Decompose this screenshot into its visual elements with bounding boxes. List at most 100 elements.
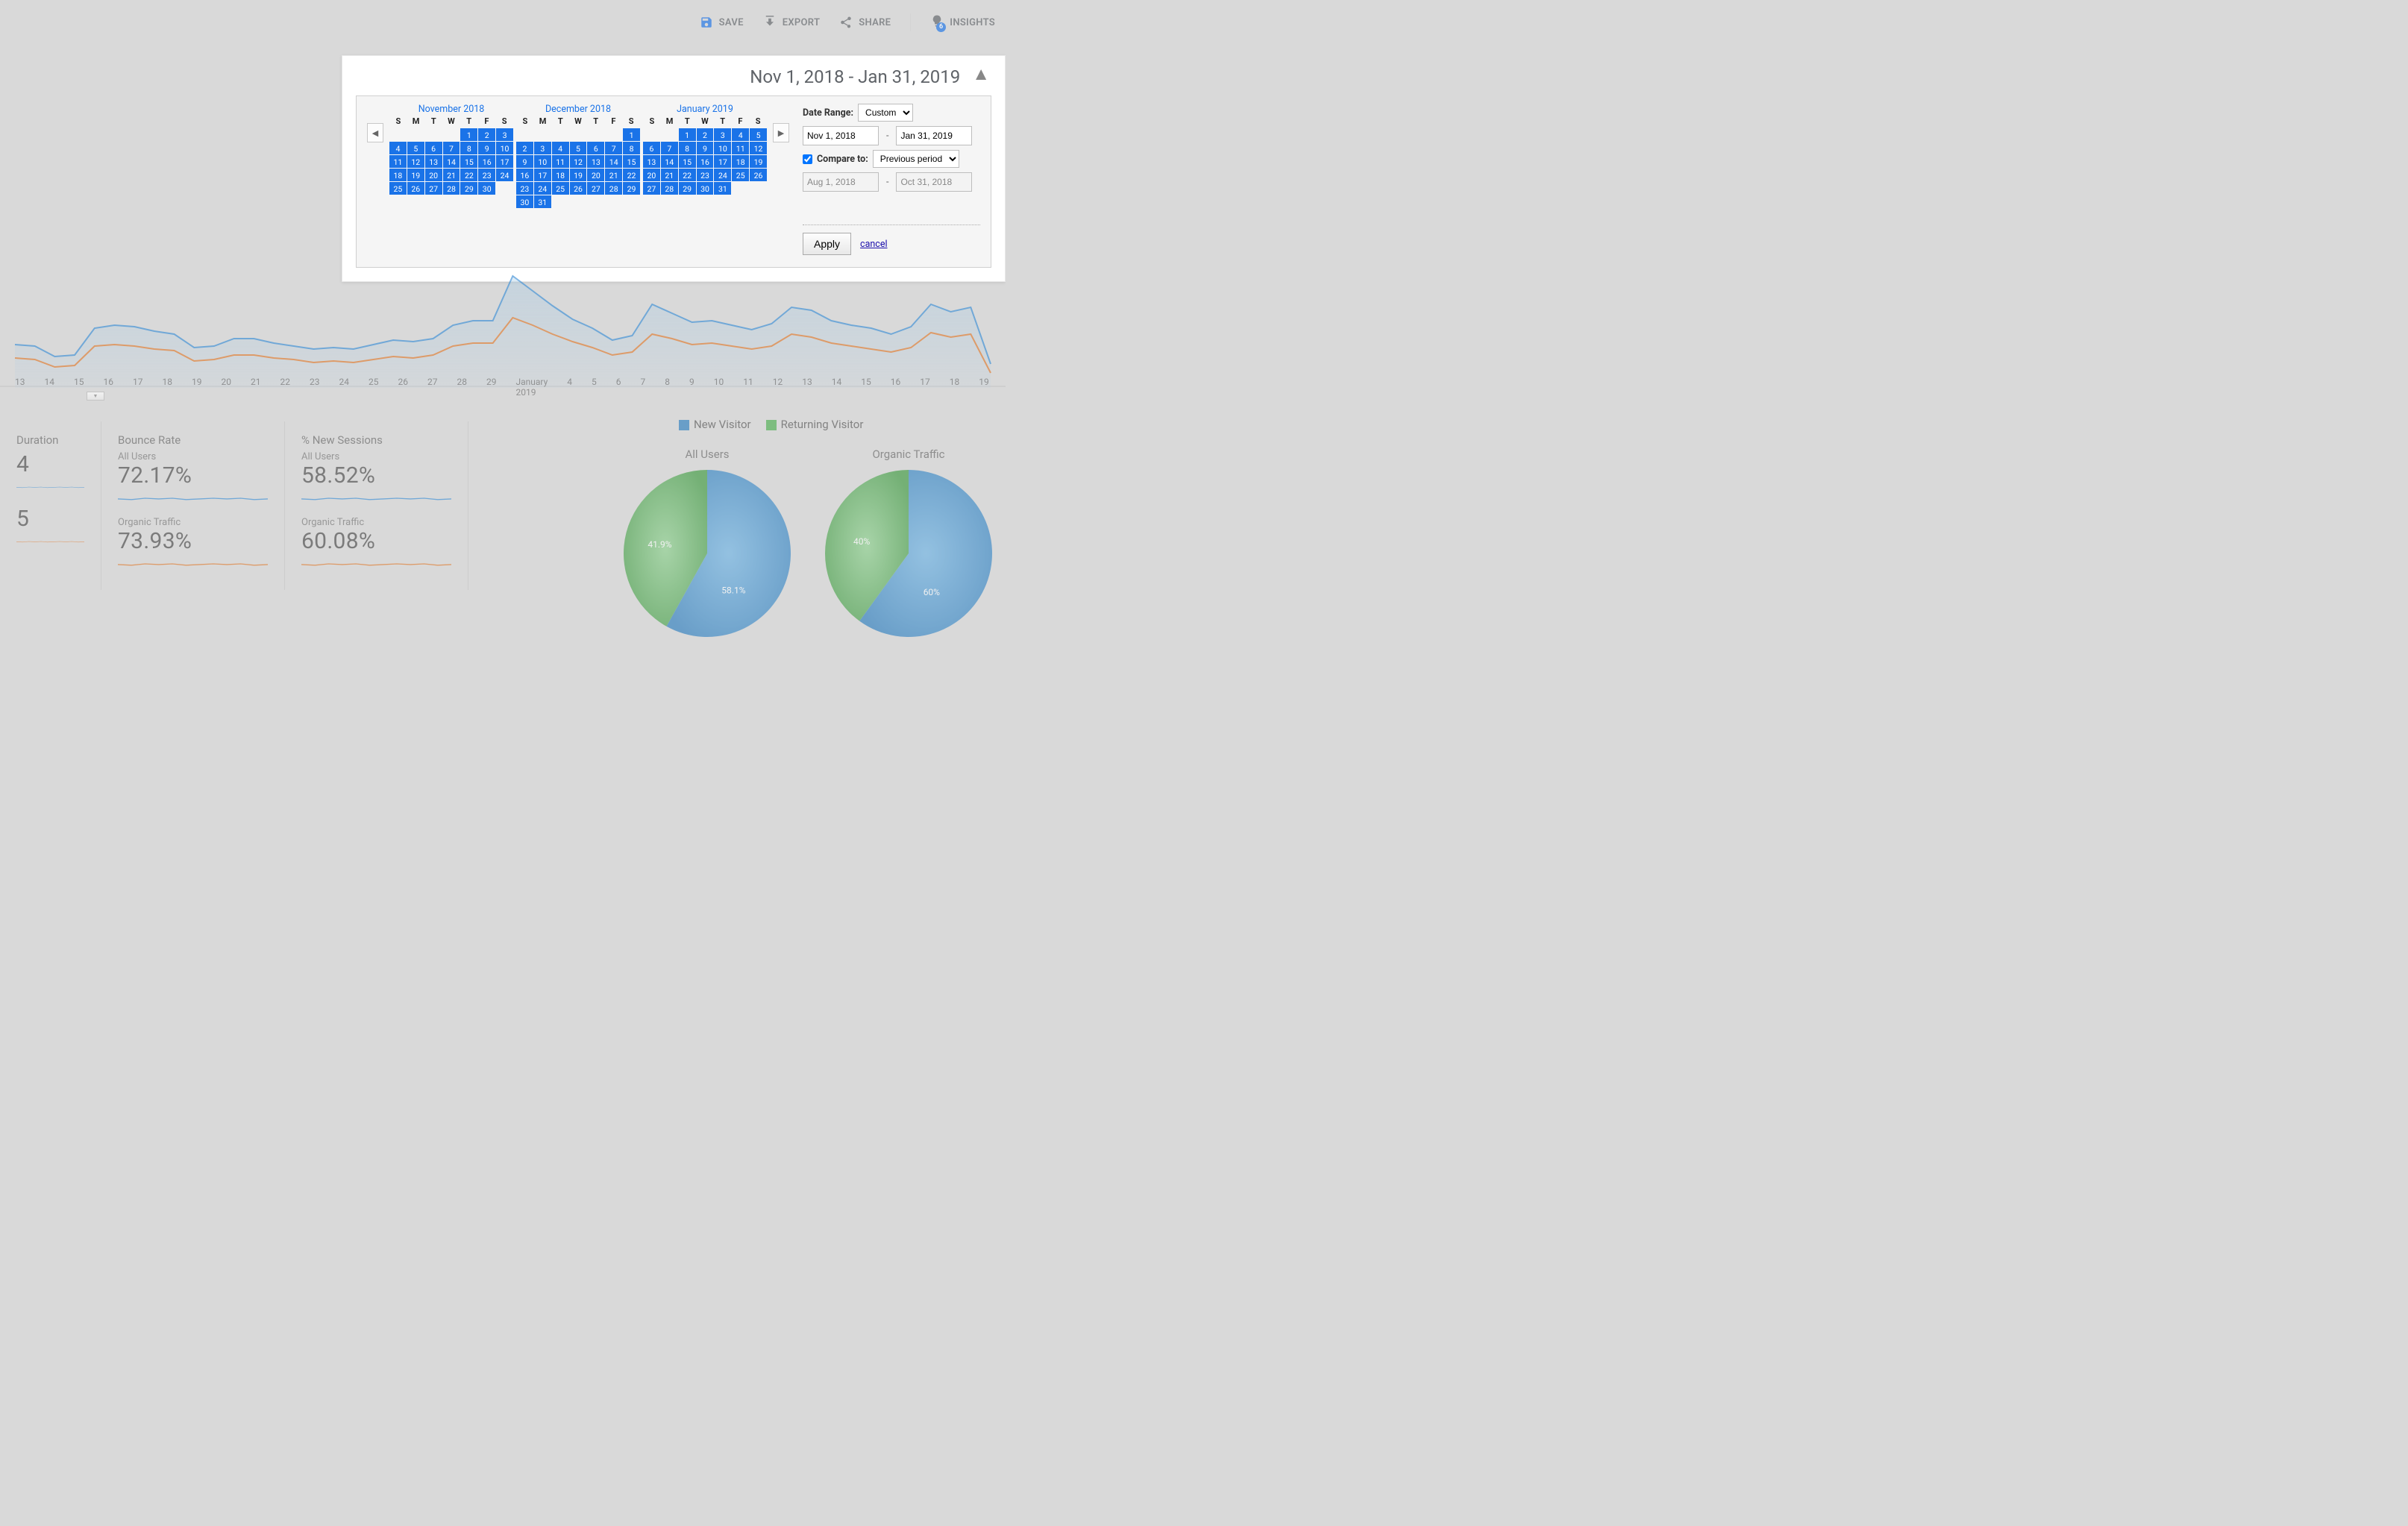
calendar-day[interactable]: 27 bbox=[643, 182, 660, 195]
export-button[interactable]: EXPORT bbox=[763, 16, 821, 29]
calendar-day[interactable]: 15 bbox=[460, 155, 477, 168]
calendar-next-button[interactable]: ▶ bbox=[773, 123, 789, 142]
calendar-day[interactable]: 23 bbox=[478, 169, 495, 181]
calendar-day[interactable]: 31 bbox=[714, 182, 731, 195]
calendar-day[interactable]: 16 bbox=[516, 169, 533, 181]
calendar-day[interactable]: 14 bbox=[443, 155, 460, 168]
calendar-day[interactable]: 26 bbox=[750, 169, 767, 181]
date-range-preset-select[interactable]: Custom bbox=[858, 104, 913, 122]
calendar-day[interactable]: 6 bbox=[587, 142, 604, 154]
calendar-day[interactable]: 30 bbox=[478, 182, 495, 195]
calendar-day[interactable]: 19 bbox=[750, 155, 767, 168]
calendar-day[interactable]: 22 bbox=[460, 169, 477, 181]
date-range-start-input[interactable] bbox=[803, 126, 879, 145]
calendar-day[interactable]: 1 bbox=[460, 128, 477, 141]
calendar-day[interactable]: 7 bbox=[661, 142, 678, 154]
calendar-month-title[interactable]: December 2018 bbox=[516, 104, 640, 116]
calendar-day[interactable]: 23 bbox=[516, 182, 533, 195]
calendar-day[interactable]: 29 bbox=[623, 182, 640, 195]
calendar-day[interactable]: 2 bbox=[697, 128, 714, 141]
calendar-day[interactable]: 28 bbox=[443, 182, 460, 195]
calendar-day[interactable]: 14 bbox=[661, 155, 678, 168]
calendar-day[interactable]: 12 bbox=[750, 142, 767, 154]
metric-card[interactable]: Bounce RateAll Users72.17%Organic Traffi… bbox=[101, 421, 285, 590]
compare-checkbox[interactable] bbox=[803, 154, 812, 164]
calendar-day[interactable]: 6 bbox=[643, 142, 660, 154]
calendar-day[interactable]: 21 bbox=[661, 169, 678, 181]
calendar-day[interactable]: 3 bbox=[714, 128, 731, 141]
calendar-day[interactable]: 22 bbox=[679, 169, 696, 181]
calendar-day[interactable]: 26 bbox=[570, 182, 587, 195]
calendar-day[interactable]: 7 bbox=[605, 142, 622, 154]
calendar-day[interactable]: 17 bbox=[496, 155, 513, 168]
calendar-day[interactable]: 6 bbox=[425, 142, 442, 154]
calendar-day[interactable]: 13 bbox=[643, 155, 660, 168]
calendar-day[interactable]: 8 bbox=[679, 142, 696, 154]
calendar-day[interactable]: 9 bbox=[478, 142, 495, 154]
calendar-day[interactable]: 25 bbox=[732, 169, 749, 181]
calendar-day[interactable]: 5 bbox=[407, 142, 424, 154]
apply-button[interactable]: Apply bbox=[803, 233, 851, 255]
insights-button[interactable]: 6 INSIGHTS bbox=[930, 14, 995, 31]
metric-card[interactable]: % New SessionsAll Users58.52%Organic Tra… bbox=[285, 421, 468, 590]
calendar-day[interactable]: 18 bbox=[732, 155, 749, 168]
calendar-day[interactable]: 24 bbox=[496, 169, 513, 181]
calendar-day[interactable]: 16 bbox=[478, 155, 495, 168]
calendar-day[interactable]: 11 bbox=[552, 155, 569, 168]
calendar-day[interactable]: 31 bbox=[534, 195, 551, 208]
calendar-day[interactable]: 4 bbox=[732, 128, 749, 141]
calendar-month-title[interactable]: November 2018 bbox=[389, 104, 513, 116]
calendar-day[interactable]: 2 bbox=[516, 142, 533, 154]
calendar-day[interactable]: 12 bbox=[570, 155, 587, 168]
calendar-day[interactable]: 4 bbox=[552, 142, 569, 154]
calendar-day[interactable]: 13 bbox=[425, 155, 442, 168]
calendar-day[interactable]: 4 bbox=[389, 142, 407, 154]
calendar-day[interactable]: 1 bbox=[623, 128, 640, 141]
calendar-day[interactable]: 21 bbox=[605, 169, 622, 181]
calendar-day[interactable]: 1 bbox=[679, 128, 696, 141]
calendar-day[interactable]: 19 bbox=[407, 169, 424, 181]
calendar-day[interactable]: 3 bbox=[496, 128, 513, 141]
calendar-month-title[interactable]: January 2019 bbox=[643, 104, 767, 116]
calendar-day[interactable]: 10 bbox=[714, 142, 731, 154]
calendar-day[interactable]: 12 bbox=[407, 155, 424, 168]
calendar-day[interactable]: 27 bbox=[425, 182, 442, 195]
calendar-day[interactable]: 28 bbox=[605, 182, 622, 195]
save-button[interactable]: SAVE bbox=[700, 16, 744, 29]
calendar-day[interactable]: 30 bbox=[697, 182, 714, 195]
calendar-day[interactable]: 10 bbox=[496, 142, 513, 154]
calendar-day[interactable]: 25 bbox=[552, 182, 569, 195]
calendar-day[interactable]: 27 bbox=[587, 182, 604, 195]
cancel-link[interactable]: cancel bbox=[860, 239, 887, 250]
date-range-end-input[interactable] bbox=[896, 126, 972, 145]
calendar-day[interactable]: 20 bbox=[587, 169, 604, 181]
calendar-day[interactable]: 14 bbox=[605, 155, 622, 168]
compare-preset-select[interactable]: Previous period bbox=[873, 150, 959, 168]
range-drag-handle[interactable]: ▼ bbox=[87, 392, 104, 401]
share-button[interactable]: SHARE bbox=[839, 16, 891, 29]
calendar-day[interactable]: 15 bbox=[623, 155, 640, 168]
calendar-day[interactable]: 3 bbox=[534, 142, 551, 154]
calendar-day[interactable]: 16 bbox=[697, 155, 714, 168]
calendar-day[interactable]: 15 bbox=[679, 155, 696, 168]
calendar-day[interactable]: 19 bbox=[570, 169, 587, 181]
calendar-day[interactable]: 11 bbox=[389, 155, 407, 168]
calendar-day[interactable]: 24 bbox=[714, 169, 731, 181]
calendar-prev-button[interactable]: ◀ bbox=[367, 123, 383, 142]
calendar-day[interactable]: 20 bbox=[425, 169, 442, 181]
calendar-day[interactable]: 23 bbox=[697, 169, 714, 181]
calendar-day[interactable]: 26 bbox=[407, 182, 424, 195]
calendar-day[interactable]: 8 bbox=[460, 142, 477, 154]
calendar-day[interactable]: 29 bbox=[679, 182, 696, 195]
calendar-day[interactable]: 10 bbox=[534, 155, 551, 168]
calendar-day[interactable]: 20 bbox=[643, 169, 660, 181]
calendar-day[interactable]: 8 bbox=[623, 142, 640, 154]
calendar-day[interactable]: 21 bbox=[443, 169, 460, 181]
calendar-day[interactable]: 24 bbox=[534, 182, 551, 195]
calendar-day[interactable]: 13 bbox=[587, 155, 604, 168]
calendar-day[interactable]: 17 bbox=[714, 155, 731, 168]
calendar-day[interactable]: 30 bbox=[516, 195, 533, 208]
calendar-day[interactable]: 7 bbox=[443, 142, 460, 154]
calendar-day[interactable]: 29 bbox=[460, 182, 477, 195]
calendar-day[interactable]: 18 bbox=[389, 169, 407, 181]
